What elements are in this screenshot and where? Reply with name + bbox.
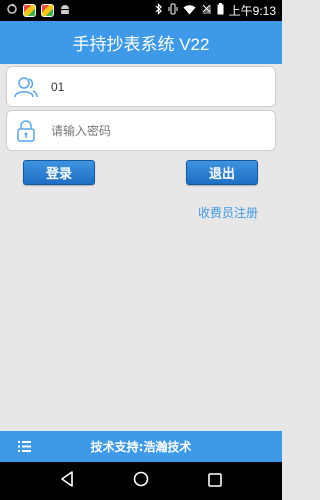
- back-icon[interactable]: [60, 471, 74, 491]
- register-link[interactable]: 收费员注册: [198, 204, 258, 221]
- home-icon[interactable]: [133, 471, 149, 491]
- password-row: [6, 110, 276, 151]
- app-title-bar: 手持抄表系统 V22: [0, 21, 282, 64]
- login-button[interactable]: 登录: [23, 160, 95, 185]
- android-icon: [59, 3, 71, 18]
- no-signal-icon: [201, 4, 212, 18]
- exit-button[interactable]: 退出: [186, 160, 258, 185]
- vibrate-icon: [168, 3, 178, 18]
- sync-icon: [6, 3, 18, 18]
- username-input[interactable]: [51, 79, 251, 94]
- system-icons: 上午9:13: [155, 2, 276, 19]
- page-title: 手持抄表系统 V22: [72, 35, 210, 54]
- clock: 上午9:13: [228, 4, 276, 18]
- menu-icon[interactable]: [18, 441, 31, 455]
- navigation-bar: [0, 462, 282, 500]
- lock-icon: [9, 116, 43, 146]
- username-row: [6, 66, 276, 107]
- status-bar: 上午9:13: [0, 0, 282, 21]
- battery-icon: [217, 3, 224, 18]
- footer-bar: 技术支持:浩瀚技术: [0, 431, 282, 462]
- app-notification-icon: [23, 4, 36, 17]
- notification-icons: [6, 3, 71, 18]
- bluetooth-icon: [155, 3, 163, 18]
- password-input[interactable]: [51, 123, 251, 138]
- app-notification-icon: [41, 4, 54, 17]
- wifi-icon: [183, 4, 196, 18]
- support-text: 技术支持:浩瀚技术: [90, 440, 192, 454]
- recents-icon[interactable]: [208, 472, 223, 491]
- users-icon: [9, 72, 43, 102]
